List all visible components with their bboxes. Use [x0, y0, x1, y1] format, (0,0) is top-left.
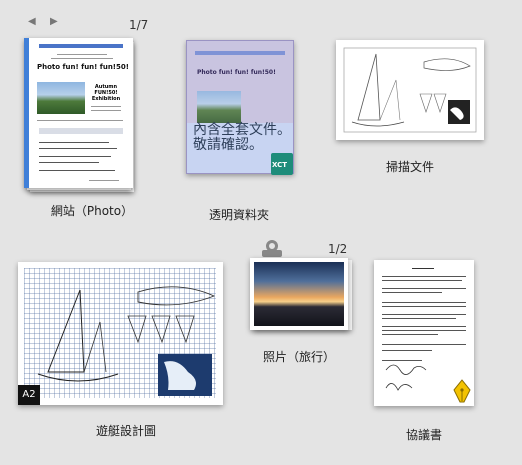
text-line — [57, 54, 107, 55]
photo-thumbnail — [250, 258, 348, 330]
text-line — [39, 156, 111, 157]
yacht-design-item[interactable]: A2 遊艇設計圖 — [16, 260, 226, 440]
item-label: 照片（旅行） — [262, 350, 335, 364]
website-stack-item[interactable]: ◀ ▶ 1/7 Photo fun! fun! fun!50! Autumn F… — [22, 14, 162, 234]
next-arrow-icon[interactable]: ▶ — [50, 16, 58, 27]
size-badge: A2 — [18, 385, 40, 405]
text-line — [91, 106, 121, 107]
web-photo — [37, 82, 85, 114]
folder-thumbnail: Photo fun! fun! fun!50! 內含全套文件。 敬請確認。 XC… — [186, 40, 294, 175]
text-line — [89, 180, 119, 181]
clip-icon — [262, 240, 282, 258]
web-page-thumbnail: Photo fun! fun! fun!50! Autumn FUN!50! E… — [24, 38, 133, 188]
web-nav-bar — [195, 51, 285, 55]
item-label: 網站（Photo） — [50, 204, 134, 218]
page-counter: 1/7 — [129, 18, 149, 32]
page-counter: 1/2 — [328, 242, 348, 256]
yacht-sketch-icon — [37, 286, 216, 396]
text-line — [39, 162, 99, 163]
boat-sketch-icon — [343, 47, 477, 133]
item-label: 掃描文件 — [385, 160, 434, 174]
transparent-folder-item[interactable]: Photo fun! fun! fun!50! 內含全套文件。 敬請確認。 XC… — [184, 36, 304, 226]
agreement-thumbnail — [374, 260, 474, 406]
prev-arrow-icon[interactable]: ◀ — [28, 16, 36, 27]
web-side-title: Autumn FUN!50! Exhibition — [91, 84, 121, 102]
sunset-photo — [254, 262, 344, 326]
item-label: 透明資料夾 — [208, 208, 269, 222]
web-page-title: Photo fun! fun! fun!50! — [37, 63, 129, 71]
text-line — [39, 142, 109, 143]
web-section-bar — [39, 128, 123, 134]
item-label: 協議書 — [405, 428, 442, 442]
xct-file-icon: XCT — [271, 153, 293, 175]
folder-photo — [197, 91, 241, 123]
yacht-design-thumbnail: A2 — [18, 262, 223, 405]
text-line — [39, 148, 117, 149]
text-line — [39, 170, 115, 171]
travel-photo-item[interactable]: 1/2 照片（旅行） — [244, 236, 364, 366]
xct-badge-text: XCT — [272, 161, 288, 169]
pen-nib-icon — [452, 378, 472, 404]
text-line — [51, 58, 113, 59]
web-nav-bar — [39, 44, 123, 48]
text-line — [37, 120, 123, 121]
scanned-document-item[interactable]: 掃描文件 — [336, 40, 486, 180]
scan-thumbnail — [336, 40, 484, 140]
folder-page-title: Photo fun! fun! fun!50! — [197, 69, 276, 76]
agreement-item[interactable]: 協議書 — [374, 260, 484, 450]
text-line — [91, 110, 121, 111]
item-label: 遊艇設計圖 — [95, 424, 156, 438]
folder-overlay-text: 內含全套文件。 敬請確認。 — [193, 122, 291, 153]
